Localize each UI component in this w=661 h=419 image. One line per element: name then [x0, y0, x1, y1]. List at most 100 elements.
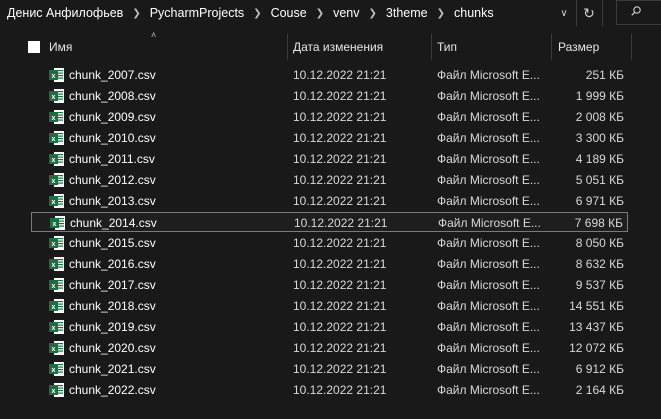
file-row[interactable]: x chunk_2012.csv 10.12.2022 21:21 Файл Micr… — [31, 170, 628, 190]
file-size: 7 698 КБ — [574, 216, 623, 230]
file-type: Файл Microsoft E... — [437, 131, 540, 145]
excel-file-icon: x — [49, 152, 64, 166]
file-name: chunk_2011.csv — [69, 152, 155, 166]
chevron-right-icon[interactable]: ❯ — [132, 8, 140, 19]
breadcrumb-item-chunks[interactable]: chunks — [454, 6, 494, 20]
divider — [602, 0, 603, 26]
file-row[interactable]: x chunk_2008.csv 10.12.2022 21:21 Файл Micr… — [31, 86, 628, 106]
file-name: chunk_2016.csv — [69, 257, 156, 271]
breadcrumb-item-pycharmprojects[interactable]: PycharmProjects — [150, 6, 244, 20]
file-size: 13 437 КБ — [569, 320, 624, 334]
file-type: Файл Microsoft E... — [437, 194, 540, 208]
breadcrumb-item-venv[interactable]: venv — [333, 6, 359, 20]
column-divider[interactable] — [431, 34, 432, 60]
svg-text:x: x — [52, 388, 56, 395]
file-row[interactable]: x chunk_2018.csv 10.12.2022 21:21 Файл Micr… — [31, 296, 628, 316]
file-size: 14 551 КБ — [569, 299, 624, 313]
file-name: chunk_2008.csv — [69, 89, 156, 103]
excel-file-icon: x — [49, 362, 64, 376]
excel-file-icon: x — [49, 320, 64, 334]
svg-text:x: x — [52, 304, 56, 311]
breadcrumb-item-couse[interactable]: Couse — [271, 6, 307, 20]
refresh-icon[interactable]: ↻ — [577, 0, 601, 26]
file-date: 10.12.2022 21:21 — [293, 152, 387, 166]
file-type: Файл Microsoft E... — [437, 173, 540, 187]
file-name: chunk_2007.csv — [69, 68, 156, 82]
file-size: 6 971 КБ — [575, 194, 624, 208]
svg-text:x: x — [52, 199, 56, 206]
file-date: 10.12.2022 21:21 — [293, 173, 387, 187]
column-divider[interactable] — [551, 34, 552, 60]
file-date: 10.12.2022 21:21 — [293, 131, 387, 145]
search-input[interactable] — [616, 0, 661, 25]
file-row[interactable]: x chunk_2014.csv 10.12.2022 21:21 Файл Micr… — [31, 212, 628, 232]
file-name: chunk_2012.csv — [69, 173, 156, 187]
column-header-size[interactable]: Размер — [558, 34, 599, 60]
file-row[interactable]: x chunk_2011.csv 10.12.2022 21:21 Файл Micr… — [31, 149, 628, 169]
breadcrumb: Денис Анфилофьев ❯ PycharmProjects ❯ Cou… — [0, 0, 494, 26]
file-size: 12 072 КБ — [569, 341, 624, 355]
file-row[interactable]: x chunk_2021.csv 10.12.2022 21:21 Файл Micr… — [31, 359, 628, 379]
column-header: Имя Дата изменения Тип Размер — [0, 34, 661, 60]
chevron-right-icon[interactable]: ❯ — [369, 8, 377, 19]
column-divider[interactable] — [631, 34, 632, 60]
file-name: chunk_2019.csv — [69, 320, 156, 334]
file-type: Файл Microsoft E... — [437, 236, 540, 250]
file-row[interactable]: x chunk_2017.csv 10.12.2022 21:21 Файл Micr… — [31, 275, 628, 295]
file-name: chunk_2022.csv — [69, 383, 156, 397]
file-row[interactable]: x chunk_2015.csv 10.12.2022 21:21 Файл Micr… — [31, 233, 628, 253]
file-size: 1 999 КБ — [575, 89, 624, 103]
file-size: 8 050 КБ — [575, 236, 624, 250]
file-size: 8 632 КБ — [575, 257, 624, 271]
chevron-right-icon[interactable]: ❯ — [253, 8, 261, 19]
file-date: 10.12.2022 21:21 — [293, 341, 387, 355]
column-header-type[interactable]: Тип — [437, 34, 457, 60]
file-size: 9 537 КБ — [575, 278, 624, 292]
file-row[interactable]: x chunk_2010.csv 10.12.2022 21:21 Файл Micr… — [31, 128, 628, 148]
file-name: chunk_2010.csv — [69, 131, 156, 145]
file-size: 4 189 КБ — [575, 152, 624, 166]
excel-file-icon: x — [49, 89, 64, 103]
file-type: Файл Microsoft E... — [437, 68, 540, 82]
svg-text:x: x — [52, 346, 56, 353]
file-type: Файл Microsoft E... — [437, 320, 540, 334]
file-row[interactable]: x chunk_2022.csv 10.12.2022 21:21 Файл Micr… — [31, 380, 628, 400]
breadcrumb-item-3theme[interactable]: 3theme — [386, 6, 428, 20]
file-name: chunk_2013.csv — [69, 194, 156, 208]
breadcrumb-item-user[interactable]: Денис Анфилофьев — [7, 6, 123, 20]
file-date: 10.12.2022 21:21 — [293, 236, 387, 250]
file-name: chunk_2009.csv — [69, 110, 156, 124]
chevron-right-icon[interactable]: ❯ — [437, 8, 445, 19]
file-name: chunk_2014.csv — [70, 216, 157, 230]
excel-file-icon: x — [50, 216, 65, 230]
file-date: 10.12.2022 21:21 — [293, 383, 387, 397]
file-date: 10.12.2022 21:21 — [293, 299, 387, 313]
file-row[interactable]: x chunk_2019.csv 10.12.2022 21:21 Файл Micr… — [31, 317, 628, 337]
file-name: chunk_2015.csv — [69, 236, 156, 250]
file-date: 10.12.2022 21:21 — [293, 110, 387, 124]
file-type: Файл Microsoft E... — [437, 362, 540, 376]
file-row[interactable]: x chunk_2020.csv 10.12.2022 21:21 Файл Micr… — [31, 338, 628, 358]
file-size: 5 051 КБ — [575, 173, 624, 187]
excel-file-icon: x — [49, 299, 64, 313]
column-header-name[interactable]: Имя — [49, 34, 72, 60]
address-bar[interactable]: Денис Анфилофьев ❯ PycharmProjects ❯ Cou… — [0, 0, 661, 26]
file-row[interactable]: x chunk_2007.csv 10.12.2022 21:21 Файл Micr… — [31, 65, 628, 85]
chevron-down-icon[interactable]: ∨ — [553, 0, 575, 26]
excel-file-icon: x — [49, 194, 64, 208]
file-row[interactable]: x chunk_2013.csv 10.12.2022 21:21 Файл Micr… — [31, 191, 628, 211]
chevron-right-icon[interactable]: ❯ — [316, 8, 324, 19]
svg-text:x: x — [52, 136, 56, 143]
column-divider[interactable] — [287, 34, 288, 60]
file-type: Файл Microsoft E... — [437, 110, 540, 124]
file-row[interactable]: x chunk_2009.csv 10.12.2022 21:21 Файл Micr… — [31, 107, 628, 127]
file-type: Файл Microsoft E... — [437, 341, 540, 355]
file-row[interactable]: x chunk_2016.csv 10.12.2022 21:21 Файл Micr… — [31, 254, 628, 274]
svg-text:x: x — [52, 241, 56, 248]
column-header-date[interactable]: Дата изменения — [293, 34, 383, 60]
svg-text:x: x — [52, 73, 56, 80]
file-name: chunk_2017.csv — [69, 278, 156, 292]
svg-text:x: x — [52, 157, 56, 164]
file-size: 2 164 КБ — [575, 383, 624, 397]
file-type: Файл Microsoft E... — [437, 383, 540, 397]
